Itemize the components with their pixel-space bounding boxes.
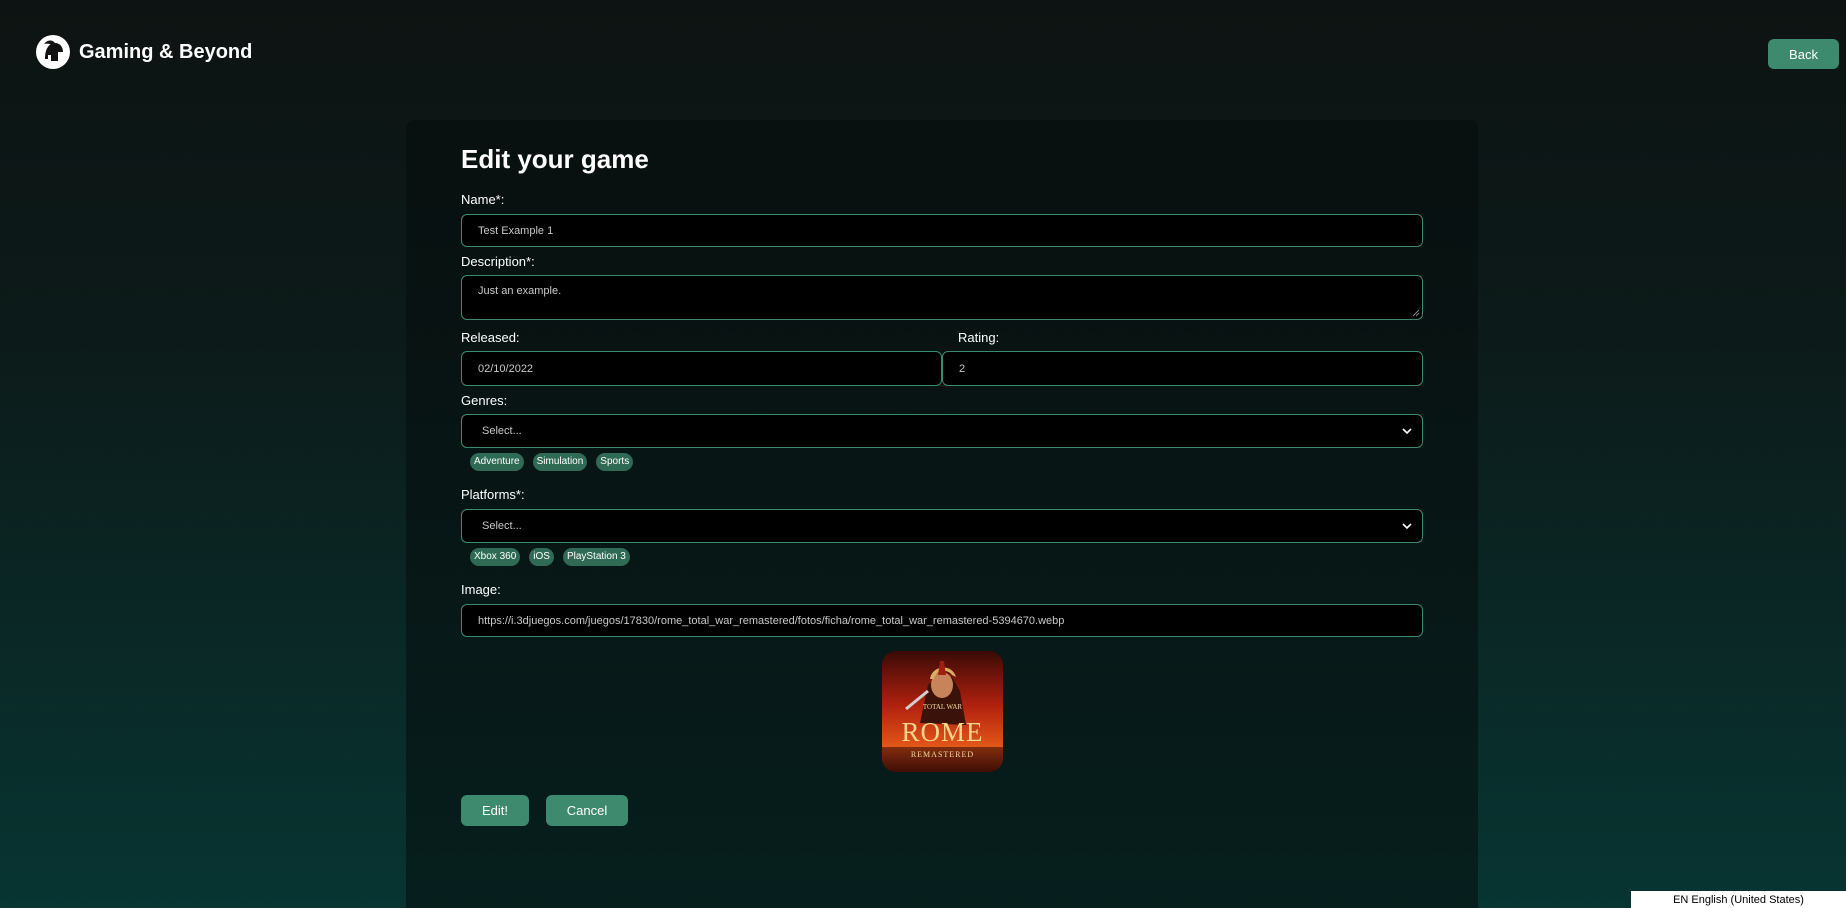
description-textarea[interactable]: Just an example. — [461, 275, 1423, 320]
description-label: Description*: — [461, 254, 535, 269]
brand-title: Gaming & Beyond — [79, 40, 253, 63]
genre-chip[interactable]: Sports — [596, 453, 634, 471]
back-button[interactable]: Back — [1768, 39, 1839, 69]
rating-input-value: 2 — [959, 362, 966, 375]
platform-chip[interactable]: iOS — [529, 548, 554, 566]
platforms-chips: Xbox 360 iOS PlayStation 3 — [470, 548, 630, 566]
description-textarea-value: Just an example. — [478, 285, 562, 297]
edit-button[interactable]: Edit! — [461, 795, 529, 826]
preview-top-text: TOTAL WAR — [922, 703, 963, 711]
cancel-button[interactable]: Cancel — [546, 795, 628, 826]
genres-select[interactable]: Select... — [461, 414, 1423, 448]
rating-label: Rating: — [958, 330, 1000, 345]
genre-chip[interactable]: Simulation — [532, 453, 588, 471]
genres-select-placeholder: Select... — [482, 425, 522, 437]
image-label: Image: — [461, 582, 501, 597]
image-url-value: https://i.3djuegos.com/juegos/17830/rome… — [478, 614, 1065, 627]
resize-grip-icon[interactable] — [1412, 309, 1420, 317]
brand[interactable]: Gaming & Beyond — [36, 35, 252, 69]
genres-label: Genres: — [461, 393, 508, 408]
genre-chip[interactable]: Adventure — [470, 453, 524, 471]
language-indicator-text: EN English (United States) — [1673, 893, 1804, 906]
language-indicator[interactable]: EN English (United States) — [1631, 891, 1846, 908]
name-label: Name*: — [461, 192, 505, 207]
page-title: Edit your game — [461, 144, 649, 174]
name-input[interactable]: Test Example 1 — [461, 214, 1423, 247]
released-date-input[interactable]: 02/10/2022 — [461, 351, 942, 386]
image-url-input[interactable]: https://i.3djuegos.com/juegos/17830/rome… — [461, 604, 1423, 637]
genres-chips: Adventure Simulation Sports — [470, 453, 634, 471]
edit-game-card: Edit your game Name*: Test Example 1 Des… — [406, 120, 1478, 908]
name-input-value: Test Example 1 — [478, 224, 554, 237]
platforms-select-placeholder: Select... — [482, 520, 522, 532]
released-label: Released: — [461, 330, 520, 345]
spartan-helmet-icon — [36, 35, 70, 69]
chevron-down-icon — [1402, 523, 1412, 530]
preview-sub-text: REMASTERED — [910, 750, 975, 759]
platforms-select[interactable]: Select... — [461, 509, 1423, 543]
game-image-preview: TOTAL WAR ROME REMASTERED — [882, 651, 1003, 772]
rating-input[interactable]: 2 — [942, 351, 1423, 386]
platform-chip[interactable]: Xbox 360 — [470, 548, 521, 566]
platforms-label: Platforms*: — [461, 487, 525, 502]
chevron-down-icon — [1402, 428, 1412, 435]
released-date-value: 02/10/2022 — [478, 362, 534, 375]
platform-chip[interactable]: PlayStation 3 — [562, 548, 630, 566]
preview-main-text: ROME — [901, 717, 984, 747]
